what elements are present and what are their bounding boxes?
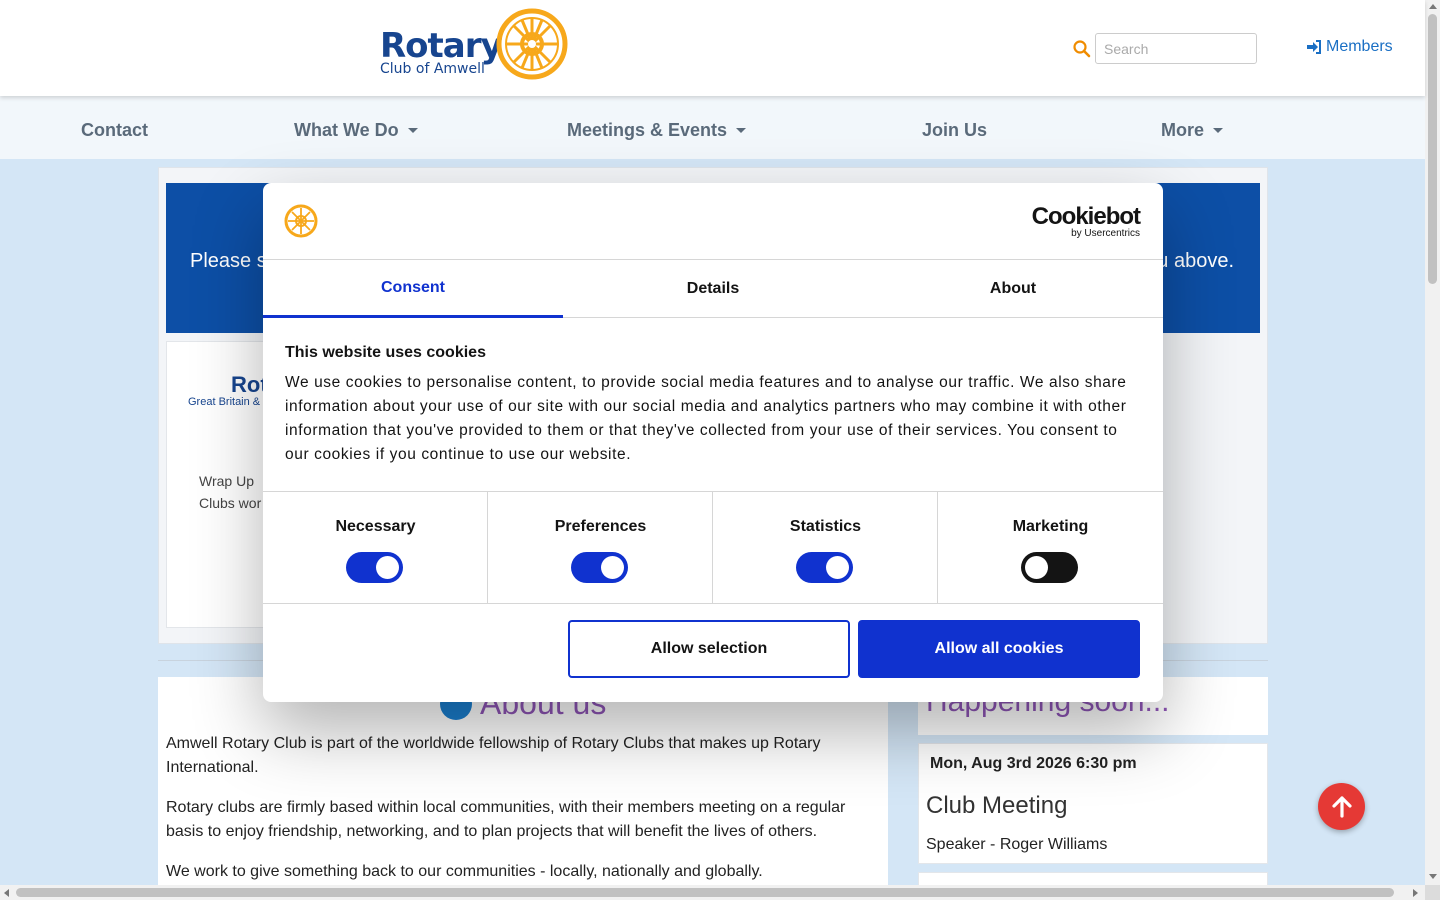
search-area (1073, 33, 1257, 64)
nav-item-label: More (1161, 120, 1205, 140)
cookie-preferences: Necessary Preferences Statistics Marketi… (263, 491, 1163, 604)
search-icon[interactable] (1073, 39, 1091, 58)
rotary-wheel-icon (496, 8, 568, 80)
card-logo-subtitle: Great Britain & I (188, 396, 267, 408)
caret-down-icon (736, 128, 747, 133)
cookiebot-brand-sub: by Usercentrics (1071, 228, 1140, 239)
main-navigation: Contact What We Do Meetings & Events Joi… (0, 96, 1425, 159)
statistics-toggle[interactable] (796, 552, 853, 583)
dialog-body-text: We use cookies to personalise content, t… (285, 374, 1127, 463)
scroll-left-icon[interactable] (4, 889, 9, 897)
allow-all-cookies-button[interactable]: Allow all cookies (858, 620, 1140, 678)
vertical-scrollbar[interactable] (1425, 0, 1440, 885)
necessary-toggle[interactable] (346, 552, 403, 583)
banner-text-right: u above. (1157, 250, 1234, 272)
horizontal-scroll-thumb[interactable] (16, 888, 1394, 897)
allow-selection-button[interactable]: Allow selection (568, 620, 850, 678)
event-title: Club Meeting (926, 792, 1068, 819)
members-label: Members (1326, 38, 1393, 55)
tab-details[interactable]: Details (563, 260, 863, 318)
rotary-logo[interactable]: Rotary Club of Amwell (380, 8, 570, 80)
horizontal-scrollbar[interactable] (0, 885, 1425, 900)
toggle-knob (376, 556, 399, 579)
event-date: Mon, Aug 3rd 2026 6:30 pm (930, 755, 1137, 772)
about-paragraph: Rotary clubs are firmly based within loc… (166, 799, 846, 840)
about-paragraph: We work to give something back to our co… (166, 863, 763, 880)
nav-item-label: What We Do (294, 120, 399, 140)
rotary-wheel-icon (284, 204, 318, 238)
pref-label: Preferences (554, 518, 647, 535)
arrow-up-icon (1331, 795, 1352, 818)
preferences-toggle[interactable] (571, 552, 628, 583)
marketing-toggle[interactable] (1021, 552, 1078, 583)
about-section: About us Amwell Rotary Club is part of t… (158, 677, 888, 900)
banner-text-left: Please s (190, 250, 267, 272)
nav-item-what-we-do[interactable]: What We Do (294, 120, 418, 141)
nav-item-label: Join Us (922, 120, 988, 140)
nav-item-join-us[interactable]: Join Us (922, 120, 987, 141)
logo-subtitle: Club of Amwell (380, 61, 485, 77)
caret-down-icon (1213, 128, 1224, 133)
pref-necessary: Necessary (263, 492, 488, 604)
cookiebot-brand: Cookiebot (1031, 203, 1141, 230)
pref-label: Statistics (789, 518, 862, 535)
search-input[interactable] (1095, 33, 1257, 64)
event-card[interactable]: Mon, Aug 3rd 2026 6:30 pm Club Meeting S… (918, 743, 1268, 864)
about-paragraph: Amwell Rotary Club is part of the worldw… (166, 735, 821, 776)
logo-word: Rotary (380, 26, 503, 66)
pref-label: Marketing (1012, 518, 1089, 535)
toggle-knob (826, 556, 849, 579)
nav-item-contact[interactable]: Contact (81, 120, 148, 141)
card-text: Wrap Up Clubs wor (199, 470, 261, 514)
nav-item-more[interactable]: More (1161, 120, 1224, 141)
caret-down-icon (407, 128, 418, 133)
scroll-down-icon[interactable] (1429, 874, 1437, 879)
sign-in-icon (1307, 40, 1321, 54)
members-login-link[interactable]: Members (1306, 38, 1393, 56)
nav-item-meetings-events[interactable]: Meetings & Events (567, 120, 747, 141)
tab-consent[interactable]: Consent (263, 260, 563, 318)
nav-item-label: Meetings & Events (567, 120, 728, 140)
card-line: Wrap Up (199, 473, 254, 489)
scrollbar-corner (1425, 885, 1440, 900)
scroll-right-icon[interactable] (1413, 889, 1418, 897)
scroll-up-icon[interactable] (1429, 4, 1437, 9)
dialog-header: Cookiebot by Usercentrics (263, 183, 1163, 260)
dialog-heading: This website uses cookies (285, 344, 486, 361)
site-header: Rotary Club of Amwell Search Members (0, 0, 1425, 96)
pref-marketing: Marketing (938, 492, 1163, 604)
cookiebot-logo[interactable]: Cookiebot by Usercentrics (1031, 203, 1141, 239)
tab-about[interactable]: About (863, 260, 1163, 318)
pref-statistics: Statistics (713, 492, 938, 604)
card-line: Clubs wor (199, 495, 262, 511)
pref-label: Necessary (335, 518, 416, 535)
dialog-tabs: Consent Details About (263, 260, 1163, 318)
pref-preferences: Preferences (488, 492, 713, 604)
cookie-consent-dialog: Cookiebot by Usercentrics Consent Detail… (263, 183, 1163, 702)
toggle-knob (601, 556, 624, 579)
event-speaker: Speaker - Roger Williams (926, 836, 1108, 853)
nav-item-label: Contact (81, 120, 148, 140)
back-to-top-button[interactable] (1318, 783, 1365, 830)
vertical-scroll-thumb[interactable] (1428, 14, 1437, 284)
toggle-knob (1025, 556, 1048, 579)
